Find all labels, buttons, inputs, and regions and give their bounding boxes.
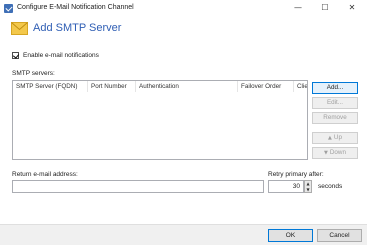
return-email-input[interactable] <box>12 180 264 193</box>
up-button-label: Up <box>333 134 342 141</box>
minimize-button[interactable]: — <box>291 2 305 14</box>
arrow-up-icon: ▲ <box>328 135 332 141</box>
envelope-icon <box>11 22 28 35</box>
spin-down-icon[interactable]: ▼ <box>305 187 311 192</box>
column-header-port[interactable]: Port Number <box>88 81 136 92</box>
maximize-button[interactable]: ☐ <box>318 2 332 14</box>
add-button[interactable]: Add... <box>312 82 358 94</box>
column-header-client[interactable]: Clie <box>294 81 307 92</box>
arrow-down-icon: ▼ <box>324 150 328 156</box>
smtp-servers-label: SMTP servers: <box>12 70 55 77</box>
retry-spinner[interactable]: ▲ ▼ <box>304 180 312 193</box>
up-button[interactable]: ▲ Up <box>312 132 358 144</box>
edit-button[interactable]: Edit... <box>312 97 358 109</box>
page-title: Add SMTP Server <box>33 22 122 34</box>
column-header-authentication[interactable]: Authentication <box>136 81 238 92</box>
return-email-label: Return e-mail address: <box>12 171 78 178</box>
spin-up-icon[interactable]: ▲ <box>305 181 311 186</box>
column-header-fqdn[interactable]: SMTP Server (FQDN) <box>13 81 88 92</box>
cancel-button[interactable]: Cancel <box>317 229 362 242</box>
retry-seconds-input[interactable]: 30 <box>268 180 304 193</box>
down-button[interactable]: ▼ Down <box>312 147 358 159</box>
check-app-icon <box>4 4 13 13</box>
retry-label: Retry primary after: <box>268 171 324 178</box>
window-title: Configure E-Mail Notification Channel <box>17 4 134 11</box>
down-button-label: Down <box>329 149 346 156</box>
enable-notifications-checkbox[interactable] <box>12 52 19 59</box>
column-header-failover-order[interactable]: Failover Order <box>238 81 294 92</box>
close-button[interactable]: ✕ <box>345 2 359 14</box>
seconds-unit-label: seconds <box>318 183 343 190</box>
remove-button[interactable]: Remove <box>312 112 358 124</box>
enable-notifications-label: Enable e-mail notifications <box>23 52 99 59</box>
smtp-servers-list[interactable]: SMTP Server (FQDN) Port Number Authentic… <box>12 80 308 160</box>
ok-button[interactable]: OK <box>268 229 313 242</box>
